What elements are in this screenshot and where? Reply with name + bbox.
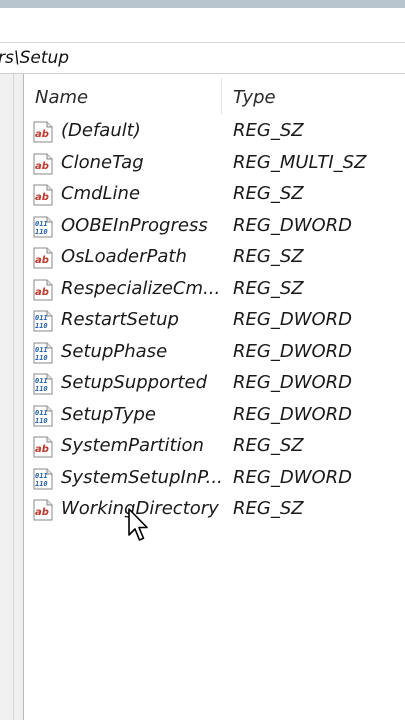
value-type: REG_DWORD (233, 309, 353, 330)
svg-text:110: 110 (35, 480, 48, 488)
value-name: SystemSetupInP... (61, 466, 223, 488)
value-name: SetupType (61, 403, 156, 425)
value-row[interactable]: ab CloneTag REG_MULTI_SZ (24, 150, 405, 181)
value-name: CloneTag (61, 151, 144, 173)
value-name: RestartSetup (61, 309, 179, 330)
binary-value-icon: 011 110 (32, 373, 54, 395)
value-name: SetupSupported (61, 372, 208, 393)
value-row[interactable]: ab (Default) REG_SZ (24, 118, 405, 149)
svg-text:110: 110 (35, 322, 48, 330)
value-row[interactable]: 011 110 OOBEInProgress REG_DWORD (24, 213, 405, 244)
address-bar[interactable]: rs\Setup (0, 42, 405, 74)
value-type: REG_SZ (233, 435, 304, 456)
svg-text:ab: ab (35, 287, 49, 298)
value-row[interactable]: ab WorkingDirectory REG_SZ (24, 496, 405, 527)
mouse-pointer-icon (128, 508, 148, 541)
address-path: rs\Setup (0, 48, 70, 68)
value-row[interactable]: ab RespecializeCm... REG_SZ (24, 276, 405, 307)
value-type: REG_DWORD (233, 466, 353, 488)
string-value-icon: ab (32, 247, 54, 269)
value-row[interactable]: 011 110 RestartSetup REG_DWORD (24, 307, 405, 338)
binary-value-icon: 011 110 (32, 216, 54, 238)
string-value-icon: ab (32, 279, 54, 301)
value-name: RespecializeCm... (61, 277, 221, 299)
value-row[interactable]: 011 110 SetupPhase REG_DWORD (24, 339, 405, 370)
svg-text:011: 011 (35, 346, 48, 354)
svg-text:011: 011 (35, 409, 48, 417)
svg-text:110: 110 (35, 385, 48, 393)
svg-text:ab: ab (35, 444, 49, 455)
value-row[interactable]: 011 110 SetupType REG_DWORD (24, 402, 405, 433)
window-top-border (0, 0, 405, 8)
column-header: Name Type (24, 74, 405, 118)
string-value-icon: ab (32, 153, 54, 175)
svg-text:011: 011 (35, 314, 48, 322)
value-type: REG_SZ (233, 246, 304, 267)
svg-text:110: 110 (35, 417, 48, 425)
svg-text:ab: ab (35, 255, 49, 266)
string-value-icon: ab (32, 499, 54, 521)
value-type: REG_DWORD (233, 214, 353, 236)
svg-text:ab: ab (35, 192, 49, 203)
value-name: (Default) (61, 120, 141, 141)
value-type: REG_DWORD (233, 372, 353, 393)
value-name: SystemPartition (61, 435, 204, 456)
binary-value-icon: 011 110 (32, 310, 54, 332)
svg-text:011: 011 (35, 472, 48, 480)
binary-value-icon: 011 110 (32, 342, 54, 364)
toolbar-area (0, 8, 405, 42)
svg-text:ab: ab (35, 129, 49, 140)
value-name: CmdLine (61, 183, 141, 204)
column-separator[interactable] (221, 78, 222, 114)
value-name: OsLoaderPath (61, 246, 187, 267)
column-header-type[interactable]: Type (233, 87, 276, 108)
value-name: OOBEInProgress (61, 214, 208, 236)
svg-text:ab: ab (35, 161, 49, 172)
value-row[interactable]: 011 110 SystemSetupInP... REG_DWORD (24, 465, 405, 496)
key-tree-pane[interactable] (0, 74, 24, 720)
svg-text:ab: ab (35, 507, 49, 518)
value-name: SetupPhase (61, 340, 168, 362)
value-row[interactable]: ab CmdLine REG_SZ (24, 181, 405, 212)
string-value-icon: ab (32, 184, 54, 206)
string-value-icon: ab (32, 436, 54, 458)
svg-text:110: 110 (35, 354, 48, 362)
string-value-icon: ab (32, 121, 54, 143)
values-list-pane[interactable]: Name Type ab (Default) REG_SZ ab CloneTa… (24, 74, 405, 720)
binary-value-icon: 011 110 (32, 468, 54, 490)
value-type: REG_DWORD (233, 403, 353, 425)
tree-pane-divider (13, 74, 14, 720)
value-type: REG_SZ (233, 120, 304, 141)
svg-text:011: 011 (35, 377, 48, 385)
binary-value-icon: 011 110 (32, 405, 54, 427)
value-row[interactable]: ab SystemPartition REG_SZ (24, 433, 405, 464)
value-row[interactable]: 011 110 SetupSupported REG_DWORD (24, 370, 405, 401)
column-header-name[interactable]: Name (35, 87, 88, 108)
value-type: REG_DWORD (233, 340, 353, 362)
svg-text:110: 110 (35, 228, 48, 236)
value-type: REG_SZ (233, 183, 304, 204)
value-type: REG_SZ (233, 277, 304, 299)
value-row[interactable]: ab OsLoaderPath REG_SZ (24, 244, 405, 275)
value-type: REG_SZ (233, 498, 304, 519)
svg-text:011: 011 (35, 220, 48, 228)
value-type: REG_MULTI_SZ (233, 151, 367, 173)
